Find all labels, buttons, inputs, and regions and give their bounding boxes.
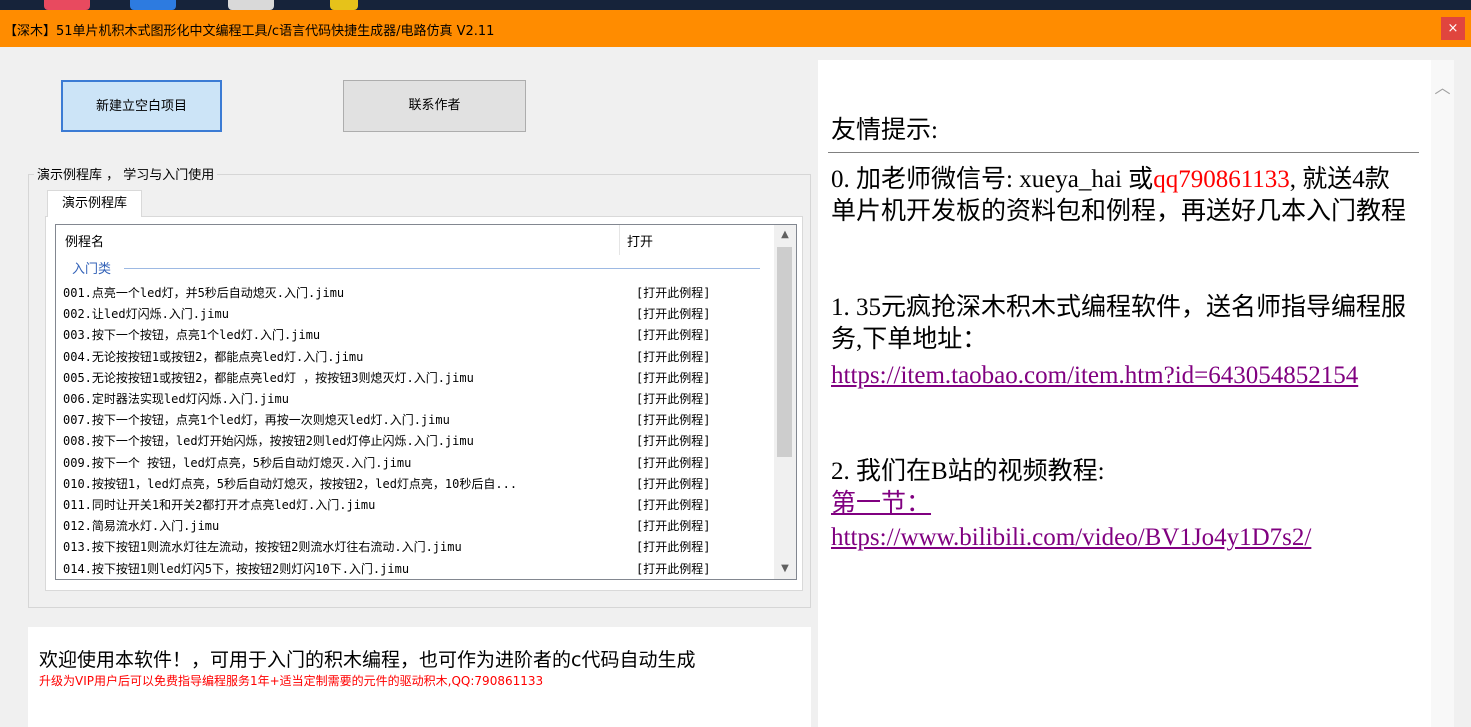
list-item[interactable]: 004.无论按按钮1或按钮2，都能点亮led灯.入门.jimu [打开此例程]	[56, 346, 772, 367]
taskbar-app-icon	[130, 0, 176, 10]
chevron-up-icon[interactable]: ▲	[774, 225, 796, 245]
info-p0-text: 0. 加老师微信号: xueya_hai 或	[831, 166, 1154, 193]
list-item[interactable]: 006.定时器法实现led灯闪烁.入门.jimu [打开此例程]	[56, 388, 772, 409]
tab-demo-library[interactable]: 演示例程库	[47, 190, 142, 217]
list-group-divider	[124, 268, 760, 269]
demo-group-legend: 演示例程库 ， 学习与入门使用	[34, 164, 218, 183]
example-name: 003.按下一个按钮，点亮1个led灯.入门.jimu	[63, 328, 321, 343]
list-item[interactable]: 013.按下按钮1则流水灯往左流动，按按钮2则流水灯往右流动.入门.jimu [打…	[56, 536, 772, 557]
example-name: 004.无论按按钮1或按钮2，都能点亮led灯.入门.jimu	[63, 349, 364, 364]
example-name: 007.按下一个按钮，点亮1个led灯，再按一次则熄灭led灯.入门.jimu	[63, 413, 450, 428]
section-one-link-text[interactable]: 第一节：	[831, 490, 931, 517]
taobao-link-text[interactable]: https://item.taobao.com/item.htm?id=6430…	[831, 362, 1358, 389]
bilibili-link[interactable]: https://www.bilibili.com/video/BV1Jo4y1D…	[831, 522, 1411, 554]
list-item[interactable]: 008.按下一个按钮，led灯开始闪烁，按按钮2则led灯停止闪烁.入门.jim…	[56, 430, 772, 451]
list-item[interactable]: 011.同时让开关1和开关2都打开才点亮led灯.入门.jimu [打开此例程]	[56, 494, 772, 515]
open-example-link[interactable]: [打开此例程]	[636, 560, 710, 577]
list-item[interactable]: 002.让led灯闪烁.入门.jimu [打开此例程]	[56, 303, 772, 324]
info-panel: 友情提示: 0. 加老师微信号: xueya_hai 或qq790861133,…	[818, 60, 1454, 727]
chevron-down-icon[interactable]: ▼	[774, 559, 796, 579]
vip-notice: 升级为VIP用户后可以免费指导编程服务1年+适当定制需要的元件的驱动积木,QQ:…	[39, 674, 544, 688]
open-example-link[interactable]: [打开此例程]	[636, 538, 710, 555]
open-example-link[interactable]: [打开此例程]	[636, 326, 710, 343]
open-example-link[interactable]: [打开此例程]	[636, 390, 710, 407]
example-name: 010.按按钮1，led灯点亮，5秒后自动灯熄灭，按按钮2，led灯点亮，10秒…	[63, 476, 518, 491]
open-example-link[interactable]: [打开此例程]	[636, 496, 710, 513]
column-header-name[interactable]: 例程名	[65, 231, 104, 250]
example-list[interactable]: 例程名 打开 入门类 001.点亮一个led灯，并5秒后自动熄灭.入门.jimu…	[55, 224, 797, 580]
info-p1-text: 1. 35元疯抢深木积木式编程软件，送名师指导编程服务,下单地址：	[831, 294, 1407, 353]
list-item[interactable]: 009.按下一个 按钮，led灯点亮，5秒后自动灯熄灭.入门.jimu [打开此例…	[56, 452, 772, 473]
open-example-link[interactable]: [打开此例程]	[636, 348, 710, 365]
list-item[interactable]: 005.无论按按钮1或按钮2，都能点亮led灯 ，按按钮3则熄灭灯.入门.jim…	[56, 367, 772, 388]
open-example-link[interactable]: [打开此例程]	[636, 411, 710, 428]
window-title: 【深木】51单片机积木式图形化中文编程工具/c语言代码快捷生成器/电路仿真 V2…	[4, 24, 495, 39]
section-one-link[interactable]: 第一节：	[831, 488, 1411, 520]
open-example-link[interactable]: [打开此例程]	[636, 475, 710, 492]
info-paragraph-2: 2. 我们在B站的视频教程:	[831, 458, 1105, 485]
taskbar-app-icon	[330, 0, 358, 10]
list-item[interactable]: 012.简易流水灯.入门.jimu [打开此例程]	[56, 515, 772, 536]
info-paragraph-1: 1. 35元疯抢深木积木式编程软件，送名师指导编程服务,下单地址：	[831, 292, 1411, 356]
list-item[interactable]: 001.点亮一个led灯，并5秒后自动熄灭.入门.jimu [打开此例程]	[56, 282, 772, 303]
contact-author-button[interactable]: 联系作者	[343, 80, 526, 132]
open-example-link[interactable]: [打开此例程]	[636, 517, 710, 534]
taobao-link[interactable]: https://item.taobao.com/item.htm?id=6430…	[831, 360, 1411, 392]
scrollbar-thumb[interactable]	[777, 247, 792, 457]
open-example-link[interactable]: [打开此例程]	[636, 284, 710, 301]
example-name: 005.无论按按钮1或按钮2，都能点亮led灯 ，按按钮3则熄灭灯.入门.jim…	[63, 370, 474, 385]
taskbar-strip	[0, 0, 1471, 10]
list-group-header: 入门类	[72, 262, 112, 277]
new-project-button[interactable]: 新建立空白项目	[61, 80, 222, 132]
bilibili-link-text[interactable]: https://www.bilibili.com/video/BV1Jo4y1D…	[831, 524, 1311, 551]
list-item[interactable]: 014.按下按钮1则led灯闪5下，按按钮2则灯闪10下.入门.jimu [打开此…	[56, 558, 772, 579]
chevron-up-icon[interactable]: ︿	[1431, 74, 1454, 98]
list-item[interactable]: 010.按按钮1，led灯点亮，5秒后自动灯熄灭，按按钮2，led灯点亮，10秒…	[56, 473, 772, 494]
example-name: 014.按下按钮1则led灯闪5下，按按钮2则灯闪10下.入门.jimu	[63, 561, 410, 576]
example-name: 001.点亮一个led灯，并5秒后自动熄灭.入门.jimu	[63, 286, 345, 300]
example-name: 009.按下一个 按钮，led灯点亮，5秒后自动灯熄灭.入门.jimu	[63, 455, 412, 470]
open-example-link[interactable]: [打开此例程]	[636, 454, 710, 471]
welcome-text: 欢迎使用本软件！，可用于入门的积木编程，也可作为进阶者的c代码自动生成	[39, 649, 696, 671]
qq-number: qq790861133	[1153, 166, 1290, 193]
taskbar-app-icon	[44, 0, 90, 10]
close-button[interactable]: ×	[1441, 17, 1465, 40]
welcome-panel: 欢迎使用本软件！，可用于入门的积木编程，也可作为进阶者的c代码自动生成 升级为V…	[28, 627, 811, 727]
example-name: 012.简易流水灯.入门.jimu	[63, 519, 220, 534]
list-scrollbar[interactable]: ▲ ▼	[774, 225, 796, 579]
example-name: 006.定时器法实现led灯闪烁.入门.jimu	[63, 392, 289, 406]
list-item[interactable]: 007.按下一个按钮，点亮1个led灯，再按一次则熄灭led灯.入门.jimu […	[56, 409, 772, 430]
info-title: 友情提示:	[831, 117, 938, 144]
list-item[interactable]: 003.按下一个按钮，点亮1个led灯.入门.jimu [打开此例程]	[56, 324, 772, 345]
example-name: 008.按下一个按钮，led灯开始闪烁，按按钮2则led灯停止闪烁.入门.jim…	[63, 434, 474, 449]
column-divider	[619, 225, 620, 255]
example-name: 013.按下按钮1则流水灯往左流动，按按钮2则流水灯往右流动.入门.jimu	[63, 540, 462, 555]
close-icon: ×	[1447, 21, 1459, 36]
title-bar: 【深木】51单片机积木式图形化中文编程工具/c语言代码快捷生成器/电路仿真 V2…	[0, 10, 1471, 47]
info-divider	[828, 152, 1419, 153]
info-paragraph-0: 0. 加老师微信号: xueya_hai 或qq790861133, 就送4款单…	[831, 164, 1411, 228]
taskbar-app-icon	[228, 0, 274, 10]
example-name: 011.同时让开关1和开关2都打开才点亮led灯.入门.jimu	[63, 498, 376, 512]
open-example-link[interactable]: [打开此例程]	[636, 305, 710, 322]
column-header-open[interactable]: 打开	[627, 231, 653, 250]
open-example-link[interactable]: [打开此例程]	[636, 432, 710, 449]
open-example-link[interactable]: [打开此例程]	[636, 369, 710, 386]
info-scrollbar[interactable]: ︿	[1431, 60, 1454, 727]
example-name: 002.让led灯闪烁.入门.jimu	[63, 307, 229, 322]
